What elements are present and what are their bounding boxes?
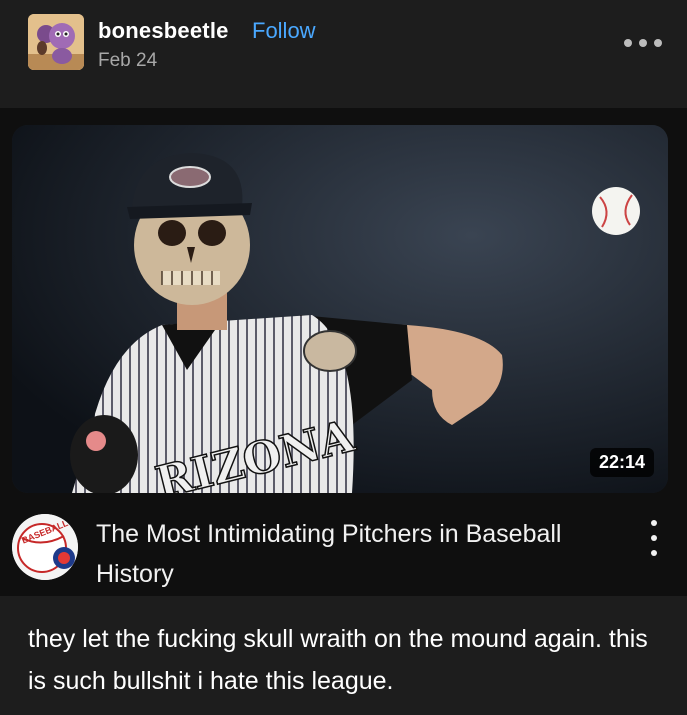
video-embed[interactable]: RIZONA 22:14 BASEBALL The Most Intimidat… — [0, 108, 687, 596]
video-title[interactable]: The Most Intimidating Pitchers in Baseba… — [96, 514, 576, 594]
channel-logo[interactable]: BASEBALL — [12, 514, 78, 580]
follow-button[interactable]: Follow — [252, 18, 316, 44]
username[interactable]: bonesbeetle — [98, 18, 229, 44]
post-date[interactable]: Feb 24 — [98, 50, 157, 72]
post-caption: they let the fucking skull wraith on the… — [28, 625, 648, 695]
video-options-icon[interactable] — [646, 520, 662, 556]
video-thumbnail[interactable]: RIZONA 22:14 — [12, 125, 668, 493]
post-header: bonesbeetle Follow Feb 24 — [0, 0, 687, 108]
video-duration: 22:14 — [589, 448, 654, 477]
user-avatar[interactable] — [28, 14, 84, 70]
more-options-icon[interactable] — [624, 35, 662, 51]
